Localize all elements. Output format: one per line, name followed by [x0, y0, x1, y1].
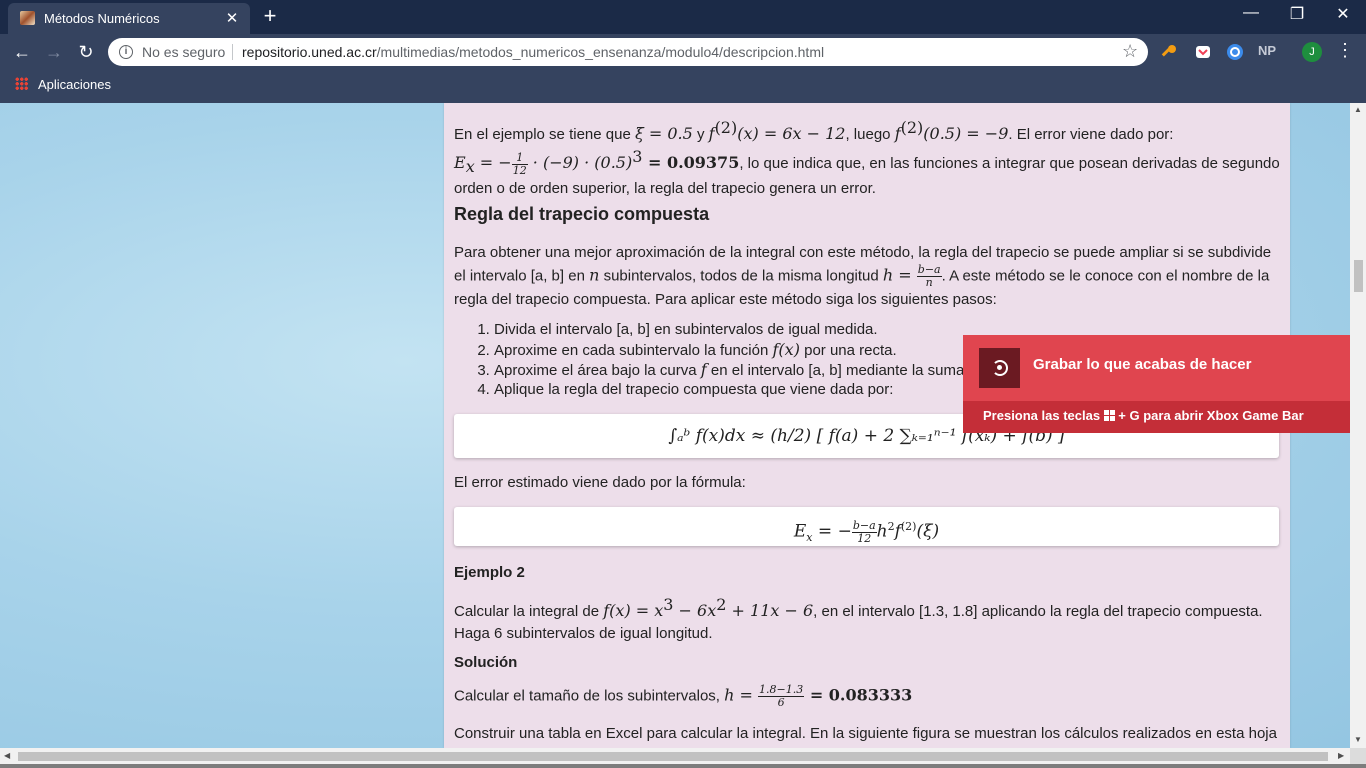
menu-dots-icon[interactable]: ⋮ — [1336, 40, 1354, 61]
vpn-icon[interactable] — [1226, 43, 1244, 61]
url-path: /multimedias/metodos_numericos_ensenanza… — [376, 44, 825, 60]
pocket-icon[interactable] — [1194, 43, 1212, 61]
horizontal-scroll-thumb[interactable] — [18, 752, 1328, 761]
paragraph-error-intro: El error estimado viene dado por la fórm… — [454, 474, 746, 491]
close-window-button[interactable]: ✕ — [1328, 4, 1358, 28]
maximize-button[interactable]: ❐ — [1282, 4, 1312, 28]
paragraph-tabla-excel: Construir una tabla en Excel para calcul… — [454, 725, 1277, 742]
browser-tab[interactable]: Métodos Numéricos ✕ — [8, 3, 250, 34]
info-icon[interactable]: i — [119, 45, 133, 59]
url-host: repositorio.uned.ac.cr — [242, 44, 377, 60]
taskbar-edge — [0, 764, 1366, 768]
tab-close-icon[interactable]: ✕ — [224, 9, 240, 27]
bookmark-star-icon[interactable]: ☆ — [1122, 41, 1138, 62]
vertical-scroll-thumb[interactable] — [1354, 260, 1363, 292]
windows-logo-icon — [1103, 410, 1115, 421]
xbox-game-bar-toast[interactable]: Grabar lo que acabas de hacer Presiona l… — [963, 335, 1350, 433]
profile-avatar[interactable]: J — [1302, 42, 1322, 62]
toast-title: Grabar lo que acabas de hacer — [1033, 356, 1252, 373]
heading-solucion: Solución — [454, 654, 518, 671]
vertical-scrollbar[interactable]: ▲ ▼ — [1350, 103, 1366, 748]
toast-subtitle: Presiona las teclas + G para abrir Xbox … — [983, 408, 1304, 423]
bookmark-apps[interactable]: Aplicaciones — [38, 77, 111, 92]
scrollbar-corner — [1350, 748, 1366, 764]
address-bar[interactable]: i No es seguro repositorio.uned.ac.cr/mu… — [108, 38, 1148, 66]
scroll-down-arrow-icon[interactable]: ▼ — [1353, 735, 1363, 744]
np-icon[interactable]: NP — [1258, 43, 1276, 58]
forward-arrow-icon[interactable]: → — [41, 39, 67, 65]
scroll-up-arrow-icon[interactable]: ▲ — [1353, 105, 1363, 114]
tab-strip: Métodos Numéricos ✕ + — ❐ ✕ — [0, 0, 1366, 34]
record-icon — [979, 348, 1020, 388]
tab-title: Métodos Numéricos — [44, 11, 160, 26]
paragraph-ejemplo-2: Calcular la integral de f(x) = x3 − 6x2 … — [454, 595, 1263, 642]
url-text[interactable]: repositorio.uned.ac.cr/multimedias/metod… — [242, 44, 824, 60]
apps-grid-icon[interactable] — [15, 77, 28, 90]
heading-ejemplo-2: Ejemplo 2 — [454, 564, 525, 581]
horizontal-scrollbar[interactable]: ◀ ▶ — [0, 748, 1350, 764]
security-label[interactable]: No es seguro — [142, 44, 225, 60]
minimize-button[interactable]: — — [1236, 4, 1266, 28]
key-icon[interactable] — [1160, 43, 1178, 61]
omnibox-divider — [232, 44, 233, 60]
site-favicon-icon — [20, 11, 35, 25]
browser-toolbar: ← → ↻ i No es seguro repositorio.uned.ac… — [0, 34, 1366, 70]
back-arrow-icon[interactable]: ← — [9, 39, 35, 65]
heading-regla-compuesta: Regla del trapecio compuesta — [454, 204, 710, 224]
new-tab-button[interactable]: + — [258, 3, 282, 29]
toast-footer: Presiona las teclas + G para abrir Xbox … — [963, 401, 1350, 433]
paragraph-error-example: En el ejemplo se tiene que ξ = 0.5 y f(2… — [454, 118, 1280, 197]
bookmarks-bar — [0, 70, 1366, 103]
formula-error-estimado: Ex = − b−a 12 h2f(2)(ξ) — [454, 507, 1279, 546]
reload-icon[interactable]: ↻ — [73, 39, 99, 65]
paragraph-tamano-subintervalos: Calcular el tamaño de los subintervalos,… — [454, 683, 913, 709]
scroll-left-arrow-icon[interactable]: ◀ — [4, 751, 10, 760]
scroll-right-arrow-icon[interactable]: ▶ — [1338, 751, 1344, 760]
paragraph-compuesta-intro: Para obtener una mejor aproximación de l… — [454, 244, 1272, 308]
